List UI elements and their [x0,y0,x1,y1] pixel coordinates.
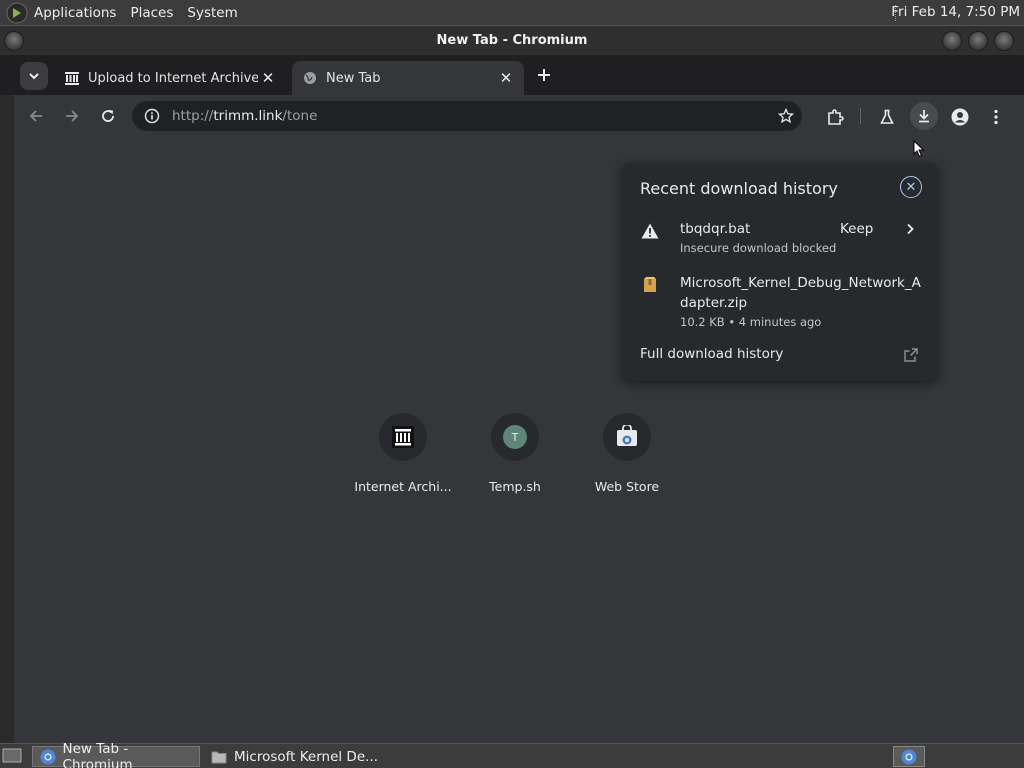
window-titlebar[interactable]: New Tab - Chromium [0,25,1024,55]
download-bubble: Recent download history ✕ tbqdqr.bat Ins… [622,163,938,381]
minimize-button[interactable] [942,31,962,51]
shortcut-label: Internet Archi... [354,479,452,494]
warning-icon [640,221,660,241]
shortcut-temp-sh[interactable]: T Temp.sh [459,413,571,494]
places-menu[interactable]: Places [130,5,173,21]
tab-title: Upload to Internet Archive [88,70,258,86]
window-close-button[interactable] [994,31,1014,51]
taskbar-item-file-manager[interactable]: Microsoft Kernel De... [204,746,404,767]
gnome-foot-icon[interactable] [6,2,28,24]
shortcut-tile: T [491,413,539,461]
chevron-right-icon[interactable] [900,219,920,239]
reload-button[interactable] [96,104,120,128]
tab-search-button[interactable] [20,62,48,90]
download-icon [919,110,929,123]
info-icon[interactable] [144,108,160,124]
globe-icon [302,70,318,86]
downloads-button[interactable] [910,102,938,130]
arrow-right-icon [66,110,79,122]
bookmark-star-icon[interactable] [776,106,796,126]
chevron-down-icon [29,73,39,80]
download-status: 10.2 KB • 4 minutes ago [680,315,822,329]
person-icon [951,108,969,126]
clock[interactable]: Fri Feb 14, 7:50 PM [891,4,1020,20]
close-tab-icon[interactable]: ✕ [496,68,516,88]
chromium-icon [901,749,917,764]
top-panel: Applications Places System Fri Feb 14, 7… [0,0,1024,25]
shortcut-label: Temp.sh [489,479,541,494]
desktop-edge [0,55,14,743]
keep-button[interactable]: Keep [840,219,873,239]
download-file-name: Microsoft_Kernel_Debug_Network_Adapter.z… [680,275,921,311]
show-desktop-icon[interactable] [2,747,22,765]
system-menu[interactable]: System [187,5,237,21]
mouse-pointer-icon [913,140,925,158]
tab-new-tab[interactable]: New Tab ✕ [292,61,524,95]
extensions-button[interactable] [822,104,848,130]
shortcut-tile [379,413,427,461]
labs-button[interactable] [874,104,900,130]
open-external-icon[interactable] [902,346,920,364]
three-dots-vertical-icon [994,109,998,125]
letter-avatar-icon: T [503,425,527,449]
shortcut-internet-archive[interactable]: Internet Archi... [347,413,459,494]
bottom-panel: New Tab - Chromium Microsoft Kernel De..… [0,741,1024,768]
url-text[interactable]: http://trimm.link/tone [172,108,317,124]
download-file-name: tbqdqr.bat [680,221,751,237]
taskbar-item-label: New Tab - Chromium [62,740,133,768]
taskbar-item-label: Microsoft Kernel De... [234,748,379,765]
shortcut-tile [603,413,651,461]
download-item[interactable]: Microsoft_Kernel_Debug_Network_Adapter.z… [640,273,926,333]
full-download-history-link[interactable]: Full download history [640,346,783,362]
close-tab-icon[interactable]: ✕ [258,68,278,88]
flask-icon [880,109,894,124]
shortcut-label: Web Store [594,479,660,494]
applications-menu[interactable]: Applications [34,5,116,21]
download-bubble-title: Recent download history [640,179,838,198]
browser-menu-button[interactable] [983,104,1009,130]
folder-icon [210,749,228,765]
archive-icon [392,426,414,448]
puzzle-icon [828,109,844,125]
window-title: New Tab - Chromium [436,33,588,48]
download-item[interactable]: tbqdqr.bat Insecure download blocked Kee… [640,219,926,259]
url-path: /tone [282,108,318,124]
tab-upload-archive[interactable]: Upload to Internet Archive ✕ [54,61,286,95]
chromium-icon [39,749,57,765]
tab-strip: Upload to Internet Archive ✕ New Tab ✕ [0,55,1024,95]
url-host: trimm.link [213,108,283,124]
browser-window: New Tab - Chromium Upload to Internet Ar… [0,25,1024,743]
web-store-icon [617,425,637,446]
close-icon[interactable]: ✕ [900,176,922,198]
taskbar-item-chromium[interactable]: New Tab - Chromium [32,741,200,768]
reload-icon [102,110,114,122]
toolbar: http://trimm.link/tone [14,95,1024,137]
shortcut-web-store[interactable]: Web Store [571,413,683,494]
maximize-button[interactable] [968,31,988,51]
workspace-switcher[interactable] [893,746,925,767]
url-prefix: http:// [172,108,214,124]
zip-file-icon [640,275,660,295]
arrow-left-icon [29,110,42,122]
download-status: Insecure download blocked [680,241,837,255]
letter-avatar-text: T [511,431,519,444]
plus-icon [538,69,550,81]
forward-button[interactable] [60,104,84,128]
toolbar-divider [860,108,861,124]
address-bar[interactable]: http://trimm.link/tone [132,101,802,131]
back-button[interactable] [24,104,48,128]
new-tab-button[interactable] [532,63,556,87]
archive-icon [64,70,80,86]
profile-button[interactable] [947,104,973,130]
tab-title: New Tab [326,70,381,86]
